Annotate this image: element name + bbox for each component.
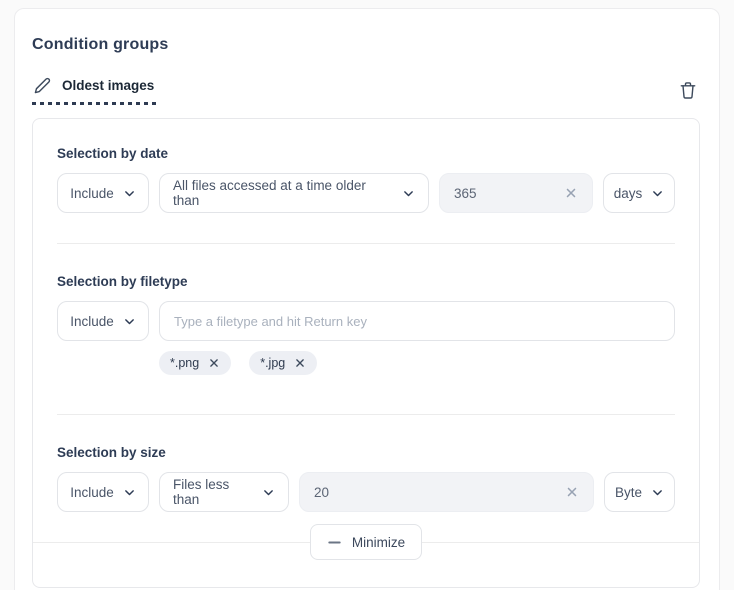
filetype-input-field xyxy=(159,301,675,341)
size-value-input[interactable] xyxy=(314,485,563,500)
date-section-heading: Selection by date xyxy=(57,146,675,161)
filetype-tags: *.png *.jpg xyxy=(159,351,675,375)
remove-x-icon xyxy=(295,358,305,368)
minimize-row: Minimize xyxy=(57,524,675,560)
chevron-down-icon xyxy=(123,315,136,328)
condition-groups-panel: Condition groups Oldest images Selection… xyxy=(14,8,720,590)
size-mode-dropdown[interactable]: Files less than xyxy=(159,472,289,512)
date-value-input[interactable] xyxy=(454,186,562,201)
size-section-heading: Selection by size xyxy=(57,445,675,460)
size-unit-value: Byte xyxy=(615,485,642,500)
filetype-tag: *.jpg xyxy=(249,351,317,375)
chevron-down-icon xyxy=(262,486,275,499)
filetype-tag: *.png xyxy=(159,351,231,375)
filetype-section-heading: Selection by filetype xyxy=(57,274,675,289)
size-row: Include Files less than xyxy=(57,472,675,512)
clear-x-icon xyxy=(565,485,579,499)
chevron-down-icon xyxy=(123,486,136,499)
section-divider xyxy=(57,414,675,415)
date-row: Include All files accessed at a time old… xyxy=(57,173,675,213)
filetype-include-dropdown[interactable]: Include xyxy=(57,301,149,341)
chevron-down-icon xyxy=(402,187,415,200)
minimize-button[interactable]: Minimize xyxy=(310,524,422,560)
chevron-down-icon xyxy=(651,486,664,499)
size-mode-value: Files less than xyxy=(173,477,253,507)
tag-remove-button[interactable] xyxy=(294,357,306,369)
size-value-field xyxy=(299,472,594,512)
group-name: Oldest images xyxy=(62,78,154,93)
section-divider xyxy=(57,243,675,244)
delete-group-button[interactable] xyxy=(676,78,700,102)
group-title-edit[interactable]: Oldest images xyxy=(32,75,158,105)
group-header: Oldest images xyxy=(32,75,700,105)
filetype-input[interactable] xyxy=(174,314,660,329)
remove-x-icon xyxy=(209,358,219,368)
chevron-down-icon xyxy=(123,187,136,200)
page-title: Condition groups xyxy=(32,36,700,54)
date-unit-dropdown[interactable]: days xyxy=(603,173,675,213)
trash-icon xyxy=(678,80,698,100)
size-include-dropdown[interactable]: Include xyxy=(57,472,149,512)
pencil-icon[interactable] xyxy=(32,75,53,96)
tag-remove-button[interactable] xyxy=(208,357,220,369)
filetype-tag-label: *.jpg xyxy=(260,356,285,370)
date-value-clear-button[interactable] xyxy=(562,184,580,202)
filetype-include-value: Include xyxy=(70,314,114,329)
size-include-value: Include xyxy=(70,485,114,500)
date-include-dropdown[interactable]: Include xyxy=(57,173,149,213)
date-unit-value: days xyxy=(614,186,643,201)
chevron-down-icon xyxy=(651,187,664,200)
clear-x-icon xyxy=(564,186,578,200)
minimize-label: Minimize xyxy=(352,535,405,550)
size-value-clear-button[interactable] xyxy=(563,483,581,501)
filetype-tag-label: *.png xyxy=(170,356,199,370)
date-mode-dropdown[interactable]: All files accessed at a time older than xyxy=(159,173,429,213)
filetype-row: Include xyxy=(57,301,675,341)
date-include-value: Include xyxy=(70,186,114,201)
date-value-field xyxy=(439,173,593,213)
condition-group-card: Selection by date Include All files acce… xyxy=(32,118,700,588)
minus-icon xyxy=(327,535,342,550)
date-mode-value: All files accessed at a time older than xyxy=(173,178,393,208)
size-unit-dropdown[interactable]: Byte xyxy=(604,472,675,512)
